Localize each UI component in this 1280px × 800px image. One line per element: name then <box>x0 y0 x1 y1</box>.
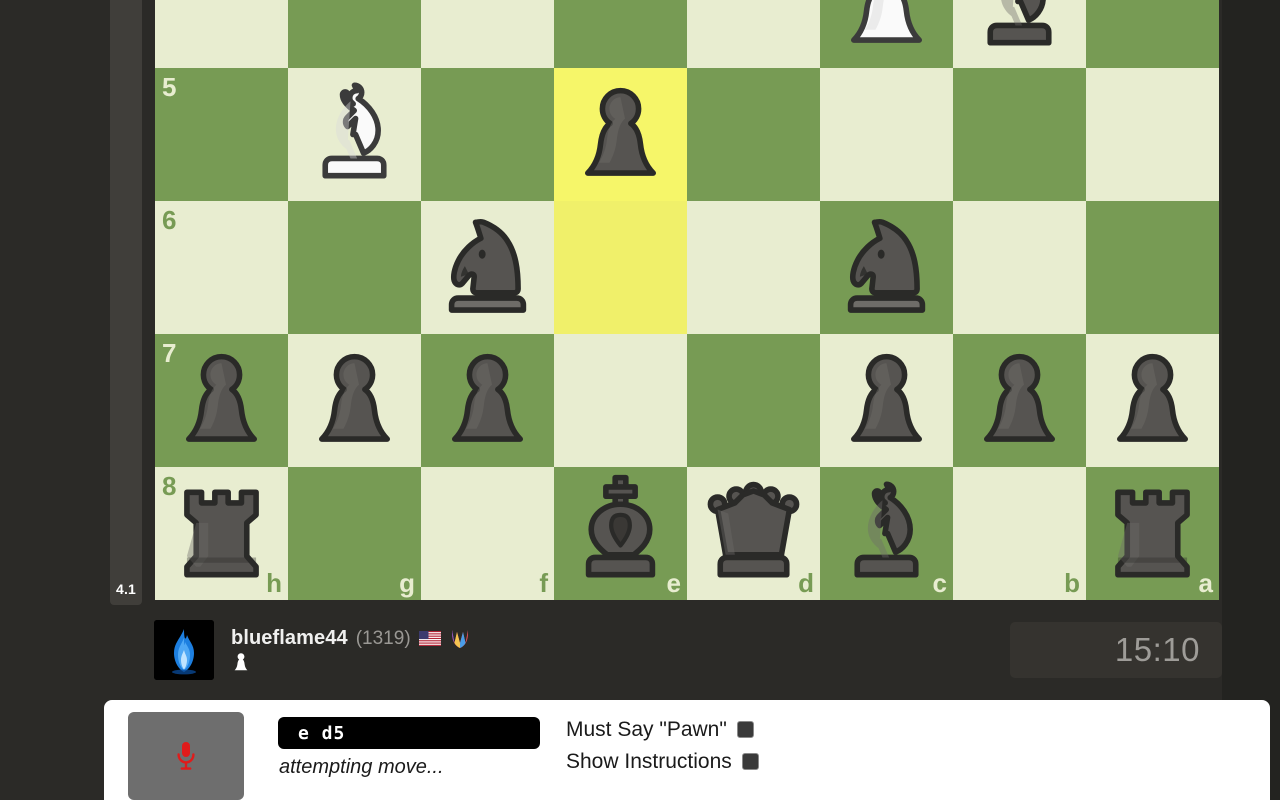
board-square-a8[interactable]: a <box>1086 467 1219 600</box>
board-square-e6[interactable] <box>554 201 687 334</box>
file-label-f: f <box>539 568 548 598</box>
board-square-e8[interactable]: e <box>554 467 687 600</box>
option-label: Must Say "Pawn" <box>566 718 727 741</box>
board-square-c7[interactable] <box>820 334 953 467</box>
evaluation-score: 4.1 <box>115 581 137 597</box>
board-square-a5[interactable] <box>1086 68 1219 201</box>
microphone-icon <box>177 742 195 770</box>
piece-black-bishop[interactable] <box>820 467 953 600</box>
player-rating: (1319) <box>355 627 411 649</box>
player-username[interactable]: blueflame44 <box>231 628 348 648</box>
piece-black-rook[interactable] <box>1086 467 1219 600</box>
board-square-a7[interactable] <box>1086 334 1219 467</box>
board-square-c8[interactable]: c <box>820 467 953 600</box>
board-square-h6[interactable]: 6 <box>155 201 288 334</box>
award-badge-icon <box>451 630 468 648</box>
board-square-h8[interactable]: 8h <box>155 467 288 600</box>
option-checkbox[interactable] <box>736 721 754 738</box>
player-info-bar: blueflame44 (1319) 15:10 <box>104 608 1222 692</box>
piece-black-pawn[interactable] <box>820 334 953 467</box>
us-flag-icon <box>418 630 441 646</box>
piece-black-pawn[interactable] <box>554 68 687 201</box>
board-square-c5[interactable] <box>820 68 953 201</box>
board-square-g8[interactable]: g <box>288 467 421 600</box>
board-square-d7[interactable] <box>687 334 820 467</box>
white-pawn-icon <box>234 653 248 671</box>
piece-black-pawn[interactable] <box>421 334 554 467</box>
blue-flame-avatar-icon <box>154 620 214 680</box>
board-square-f5[interactable] <box>421 68 554 201</box>
piece-white-bishop[interactable] <box>288 68 421 201</box>
chess-app-window: 4.1 5 6 7 8 h g f e d c b a blueflame44 … <box>0 0 1280 800</box>
file-label-g: g <box>399 568 415 598</box>
piece-black-rook[interactable] <box>155 467 288 600</box>
board-square-f7[interactable] <box>421 334 554 467</box>
option-row-0[interactable]: Must Say "Pawn" <box>566 719 759 740</box>
player-clock: 15:10 <box>1010 622 1222 678</box>
board-square-a4[interactable] <box>1086 0 1219 68</box>
board-square-d6[interactable] <box>687 201 820 334</box>
option-row-1[interactable]: Show Instructions <box>566 751 759 772</box>
file-label-b: b <box>1064 568 1080 598</box>
board-square-b7[interactable] <box>953 334 1086 467</box>
board-square-g4[interactable] <box>288 0 421 68</box>
board-square-b4[interactable] <box>953 0 1086 68</box>
piece-black-king[interactable] <box>554 467 687 600</box>
board-square-g7[interactable] <box>288 334 421 467</box>
board-square-d5[interactable] <box>687 68 820 201</box>
piece-white-pawn[interactable] <box>820 0 953 68</box>
board-square-a6[interactable] <box>1086 201 1219 334</box>
board-square-d8[interactable]: d <box>687 467 820 600</box>
piece-black-pawn[interactable] <box>288 334 421 467</box>
option-checkbox[interactable] <box>741 753 759 770</box>
microphone-button[interactable] <box>128 712 244 800</box>
player-name-row: blueflame44 (1319) <box>231 627 471 649</box>
board-square-h4[interactable] <box>155 0 288 68</box>
piece-black-pawn[interactable] <box>155 334 288 467</box>
option-label: Show Instructions <box>566 750 732 773</box>
piece-black-bishop[interactable] <box>953 0 1086 68</box>
player-meta: blueflame44 (1319) <box>231 627 471 673</box>
board-square-b6[interactable] <box>953 201 1086 334</box>
board-square-h7[interactable]: 7 <box>155 334 288 467</box>
piece-black-pawn[interactable] <box>953 334 1086 467</box>
avatar[interactable] <box>154 620 214 680</box>
board-square-g6[interactable] <box>288 201 421 334</box>
board-square-e7[interactable] <box>554 334 687 467</box>
board-square-f8[interactable]: f <box>421 467 554 600</box>
piece-black-queen[interactable] <box>687 467 820 600</box>
board-square-h5[interactable]: 5 <box>155 68 288 201</box>
left-gutter <box>0 0 104 800</box>
board-square-e4[interactable] <box>554 0 687 68</box>
board-square-d4[interactable] <box>687 0 820 68</box>
piece-black-knight[interactable] <box>820 201 953 334</box>
board-square-f4[interactable] <box>421 0 554 68</box>
rank-label-6: 6 <box>162 205 177 235</box>
evaluation-bar: 4.1 <box>110 0 142 605</box>
piece-black-pawn[interactable] <box>1086 334 1219 467</box>
voice-control-panel: e d5 attempting move... Must Say "Pawn" S… <box>104 700 1270 800</box>
right-gutter <box>1222 0 1280 800</box>
board-square-c4[interactable] <box>820 0 953 68</box>
board-square-b5[interactable] <box>953 68 1086 201</box>
board-square-b8[interactable]: b <box>953 467 1086 600</box>
board-square-e5[interactable] <box>554 68 687 201</box>
recognized-move-display: e d5 <box>278 717 540 749</box>
move-status-text: attempting move... <box>279 756 444 778</box>
piece-black-knight[interactable] <box>421 201 554 334</box>
board-square-f6[interactable] <box>421 201 554 334</box>
rank-label-5: 5 <box>162 72 177 102</box>
board-square-c6[interactable] <box>820 201 953 334</box>
options-column: Must Say "Pawn" Show Instructions <box>566 712 759 772</box>
move-feedback-column: e d5 attempting move... <box>278 712 540 779</box>
player-side-row <box>231 651 471 673</box>
board-square-g5[interactable] <box>288 68 421 201</box>
